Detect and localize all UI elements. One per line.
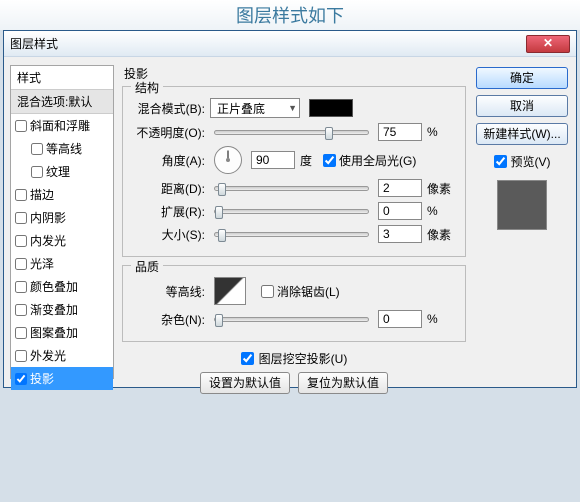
style-item[interactable]: 渐变叠加 [11, 298, 113, 321]
preview-checkbox[interactable] [494, 155, 507, 168]
distance-input[interactable]: 2 [378, 179, 422, 197]
angle-input[interactable]: 90 [251, 151, 295, 169]
ok-button[interactable]: 确定 [476, 67, 568, 89]
angle-label: 角度(A): [133, 152, 205, 169]
spread-input[interactable]: 0 [378, 202, 422, 220]
style-item[interactable]: 描边 [11, 183, 113, 206]
page-caption: 图层样式如下 [0, 0, 580, 30]
size-slider[interactable] [214, 232, 369, 237]
style-item[interactable]: 投影 [11, 367, 113, 390]
style-item[interactable]: 图案叠加 [11, 321, 113, 344]
style-item[interactable]: 颜色叠加 [11, 275, 113, 298]
knockout-checkbox[interactable] [241, 352, 254, 365]
style-item-checkbox[interactable] [15, 120, 27, 132]
noise-input[interactable]: 0 [378, 310, 422, 328]
noise-unit: % [427, 312, 455, 326]
quality-legend: 品质 [131, 258, 163, 275]
style-item-checkbox[interactable] [15, 350, 27, 362]
opacity-input[interactable]: 75 [378, 123, 422, 141]
style-item-label: 内阴影 [30, 209, 66, 226]
antialias-label: 消除锯齿(L) [277, 283, 340, 300]
blend-mode-value: 正片叠底 [217, 100, 265, 117]
angle-dial[interactable] [214, 146, 242, 174]
style-item[interactable]: 等高线 [11, 137, 113, 160]
noise-label: 杂色(N): [133, 311, 205, 328]
style-item-checkbox[interactable] [15, 373, 27, 385]
close-button[interactable]: ✕ [526, 35, 570, 53]
antialias-checkbox[interactable] [261, 285, 274, 298]
style-item[interactable]: 斜面和浮雕 [11, 114, 113, 137]
style-item-label: 描边 [30, 186, 54, 203]
distance-unit: 像素 [427, 180, 455, 197]
settings-panel: 投影 结构 混合模式(B): 正片叠底 ▼ 不透明度(O): 75 % [114, 65, 474, 379]
styles-list: 样式 混合选项:默认 斜面和浮雕等高线纹理描边内阴影内发光光泽颜色叠加渐变叠加图… [10, 65, 114, 379]
contour-picker[interactable] [214, 277, 246, 305]
style-item[interactable]: 内阴影 [11, 206, 113, 229]
style-item-label: 内发光 [30, 232, 66, 249]
style-item-label: 图案叠加 [30, 324, 78, 341]
style-item-checkbox[interactable] [31, 166, 43, 178]
effect-title: 投影 [124, 65, 466, 82]
global-light-checkbox[interactable] [323, 154, 336, 167]
opacity-label: 不透明度(O): [133, 124, 205, 141]
style-item-label: 外发光 [30, 347, 66, 364]
style-item-label: 等高线 [46, 140, 82, 157]
style-item-label: 渐变叠加 [30, 301, 78, 318]
distance-slider[interactable] [214, 186, 369, 191]
style-item-checkbox[interactable] [15, 258, 27, 270]
distance-label: 距离(D): [133, 180, 205, 197]
style-item-label: 纹理 [46, 163, 70, 180]
size-label: 大小(S): [133, 226, 205, 243]
titlebar: 图层样式 ✕ [4, 31, 576, 57]
noise-slider[interactable] [214, 317, 369, 322]
angle-unit: 度 [300, 152, 312, 169]
style-item[interactable]: 内发光 [11, 229, 113, 252]
opacity-unit: % [427, 125, 455, 139]
spread-label: 扩展(R): [133, 203, 205, 220]
shadow-color-swatch[interactable] [309, 99, 353, 117]
structure-legend: 结构 [131, 79, 163, 96]
right-panel: 确定 取消 新建样式(W)... 预览(V) [474, 65, 570, 379]
opacity-slider[interactable] [214, 130, 369, 135]
quality-group: 品质 等高线: 消除锯齿(L) 杂色(N): 0 % [122, 265, 466, 342]
style-item-checkbox[interactable] [31, 143, 43, 155]
style-item-checkbox[interactable] [15, 212, 27, 224]
style-item[interactable]: 光泽 [11, 252, 113, 275]
spread-slider[interactable] [214, 209, 369, 214]
window-title: 图层样式 [10, 35, 58, 52]
size-unit: 像素 [427, 226, 455, 243]
preview-label: 预览(V) [511, 153, 551, 170]
style-item-label: 投影 [30, 370, 54, 387]
styles-header: 样式 [11, 66, 113, 89]
preview-swatch [497, 180, 547, 230]
blend-mode-label: 混合模式(B): [133, 100, 205, 117]
style-item-label: 斜面和浮雕 [30, 117, 90, 134]
structure-group: 结构 混合模式(B): 正片叠底 ▼ 不透明度(O): 75 % 角 [122, 86, 466, 257]
style-item-checkbox[interactable] [15, 189, 27, 201]
spread-unit: % [427, 204, 455, 218]
knockout-label: 图层挖空投影(U) [259, 350, 348, 367]
style-item-label: 光泽 [30, 255, 54, 272]
set-default-button[interactable]: 设置为默认值 [200, 372, 290, 394]
style-item-checkbox[interactable] [15, 281, 27, 293]
style-item-checkbox[interactable] [15, 327, 27, 339]
blend-mode-select[interactable]: 正片叠底 ▼ [210, 98, 300, 118]
size-input[interactable]: 3 [378, 225, 422, 243]
chevron-down-icon: ▼ [288, 103, 297, 113]
new-style-button[interactable]: 新建样式(W)... [476, 123, 568, 145]
style-item[interactable]: 外发光 [11, 344, 113, 367]
style-item-checkbox[interactable] [15, 304, 27, 316]
reset-default-button[interactable]: 复位为默认值 [298, 372, 388, 394]
blend-options-default[interactable]: 混合选项:默认 [11, 89, 113, 114]
contour-label: 等高线: [133, 283, 205, 300]
global-light-label: 使用全局光(G) [339, 152, 416, 169]
style-item-label: 颜色叠加 [30, 278, 78, 295]
style-item[interactable]: 纹理 [11, 160, 113, 183]
dialog-window: 图层样式 ✕ 样式 混合选项:默认 斜面和浮雕等高线纹理描边内阴影内发光光泽颜色… [3, 30, 577, 388]
cancel-button[interactable]: 取消 [476, 95, 568, 117]
style-item-checkbox[interactable] [15, 235, 27, 247]
